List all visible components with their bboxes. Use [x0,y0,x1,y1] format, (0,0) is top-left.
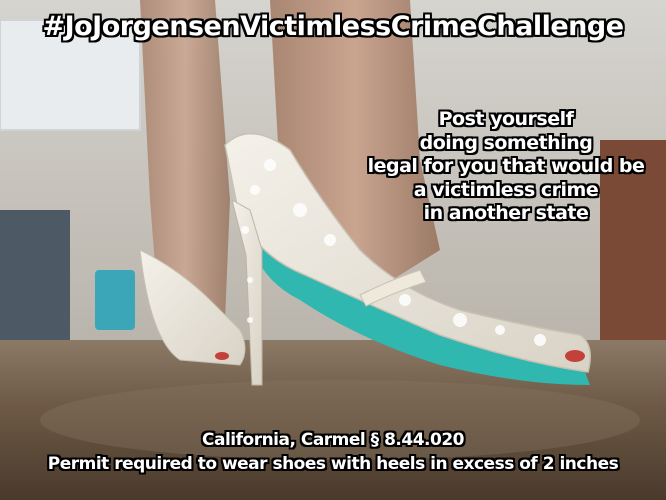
challenge-caption-line: Post yourself [438,108,574,130]
dark-furniture [0,210,70,350]
challenge-caption-line: a victimless crime [413,178,599,201]
toe-polish [565,350,585,362]
law-citation-line: California, Carmel § 8.44.020 [202,430,464,450]
law-description-line: Permit required to wear shoes with heels… [47,454,619,474]
photo-background [0,0,666,500]
hashtag-caption: #JoJorgensenVictimlessCrimeChallenge [42,11,624,42]
challenge-caption: Post yourself doing something legal for … [358,108,654,226]
challenge-caption-line: doing something [419,131,593,154]
back-toe-polish [215,352,229,360]
law-citation-caption: California, Carmel § 8.44.020 Permit req… [0,428,666,476]
meme-image: #JoJorgensenVictimlessCrimeChallenge Pos… [0,0,666,500]
challenge-caption-line: legal for you that would be [367,155,645,177]
teal-object [95,270,135,330]
challenge-caption-line: in another state [423,202,589,224]
